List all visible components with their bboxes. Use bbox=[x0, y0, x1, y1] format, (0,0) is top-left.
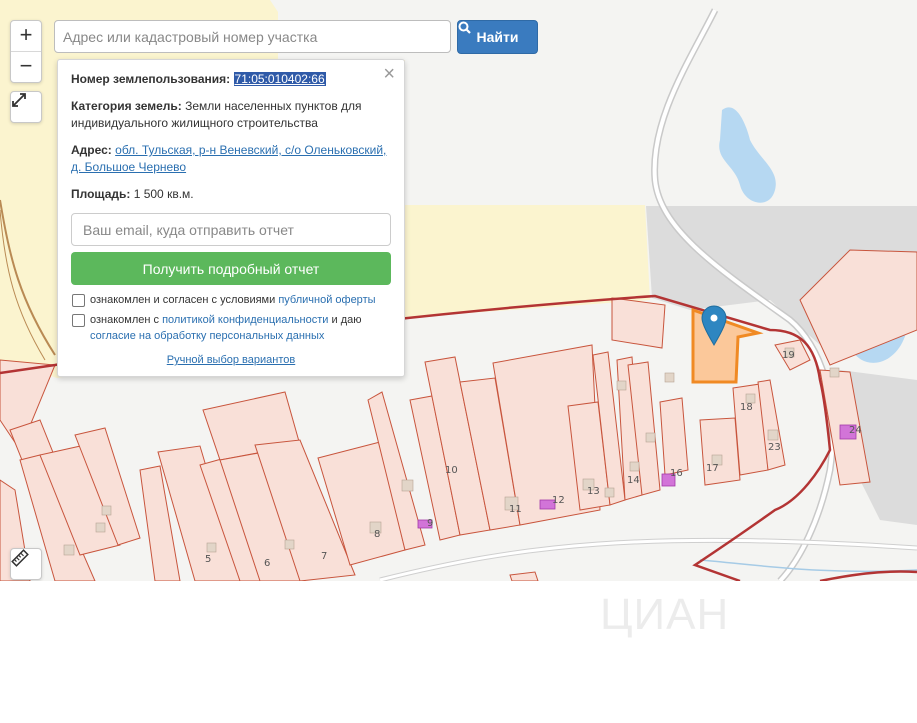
parcel-number: 8 bbox=[374, 529, 380, 540]
email-field[interactable] bbox=[71, 213, 391, 246]
address-label: Адрес: bbox=[71, 143, 112, 157]
expand-icon bbox=[12, 93, 26, 107]
land-category-label: Категория земель: bbox=[71, 99, 182, 113]
privacy-text: ознакомлен с bbox=[90, 314, 160, 326]
manual-selection-link[interactable]: Ручной выбор вариантов bbox=[167, 354, 295, 366]
road-bottom bbox=[379, 537, 917, 581]
zoom-out-button[interactable]: − bbox=[11, 51, 41, 82]
parcel-number: 11 bbox=[509, 504, 522, 515]
fullscreen-button[interactable] bbox=[10, 91, 42, 123]
find-button[interactable]: Найти bbox=[457, 20, 538, 54]
privacy-mid-text: и даю bbox=[331, 314, 362, 326]
address-link[interactable]: обл. Тульская, р-н Веневский, с/о Оленьк… bbox=[71, 143, 386, 174]
parcel-info-popup: × Номер землепользования: 71:05:010402:6… bbox=[57, 59, 405, 377]
map-area[interactable]: 5 6 7 8 9 10 11 12 13 14 16 17 18 19 23 … bbox=[0, 0, 917, 581]
offer-checkbox[interactable] bbox=[72, 294, 85, 307]
parcel-number: 12 bbox=[552, 495, 565, 506]
search-icon bbox=[458, 21, 471, 34]
offer-text: ознакомлен и согласен с условиями bbox=[90, 294, 276, 306]
pond bbox=[719, 107, 776, 203]
offer-link[interactable]: публичной оферты bbox=[278, 294, 375, 306]
offer-checkbox-text: ознакомлен и согласен с условиями публич… bbox=[90, 292, 376, 308]
parcel-number: 7 bbox=[321, 551, 327, 562]
land-category-row: Категория земель: Земли населенных пункт… bbox=[71, 98, 391, 132]
parcel-number: 5 bbox=[205, 554, 211, 565]
parcel-number: 6 bbox=[264, 558, 270, 569]
parcel-number: 19 bbox=[782, 350, 795, 361]
privacy-checkbox-row: ознакомлен с политикой конфиденциальност… bbox=[71, 312, 391, 344]
parcel-number: 23 bbox=[768, 442, 781, 453]
zoom-control: + − bbox=[10, 20, 42, 83]
parcel-number: 17 bbox=[706, 463, 719, 474]
area-row: Площадь: 1 500 кв.м. bbox=[71, 186, 391, 203]
ruler-icon bbox=[11, 549, 29, 567]
address-row: Адрес: обл. Тульская, р-н Веневский, с/о… bbox=[71, 142, 391, 176]
ruler-button[interactable] bbox=[10, 548, 42, 580]
parcel-number: 14 bbox=[627, 475, 640, 486]
parcel-number: 10 bbox=[445, 465, 458, 476]
page-background bbox=[0, 581, 917, 723]
parcel-number: 13 bbox=[587, 486, 600, 497]
stream bbox=[699, 559, 917, 573]
cadastral-number-value[interactable]: 71:05:010402:66 bbox=[233, 72, 326, 86]
zoom-in-button[interactable]: + bbox=[11, 21, 41, 51]
privacy-checkbox[interactable] bbox=[72, 314, 85, 327]
cadastral-number-row: Номер землепользования: 71:05:010402:66 bbox=[71, 71, 391, 88]
manual-selection: Ручной выбор вариантов bbox=[58, 354, 404, 366]
find-button-label: Найти bbox=[476, 29, 519, 45]
get-report-button[interactable]: Получить подробный отчет bbox=[71, 252, 391, 285]
watermark: ЦИАН bbox=[600, 590, 730, 639]
privacy-checkbox-text: ознакомлен с политикой конфиденциальност… bbox=[90, 312, 362, 344]
parcel-number: 24 bbox=[849, 425, 862, 436]
personal-data-consent-link[interactable]: согласие на обработку персональных данны… bbox=[90, 330, 324, 342]
parcel-number: 9 bbox=[427, 518, 433, 529]
privacy-policy-link[interactable]: политикой конфиденциальности bbox=[162, 314, 328, 326]
close-icon[interactable]: × bbox=[383, 64, 395, 84]
search-input[interactable] bbox=[54, 20, 451, 53]
parcel-number: 18 bbox=[740, 402, 753, 413]
offer-checkbox-row: ознакомлен и согласен с условиями публич… bbox=[71, 292, 391, 308]
parcel-number: 16 bbox=[670, 468, 683, 479]
area-value: 1 500 кв.м. bbox=[133, 187, 194, 201]
area-label: Площадь: bbox=[71, 187, 131, 201]
cadastral-number-label: Номер землепользования: bbox=[71, 72, 231, 86]
